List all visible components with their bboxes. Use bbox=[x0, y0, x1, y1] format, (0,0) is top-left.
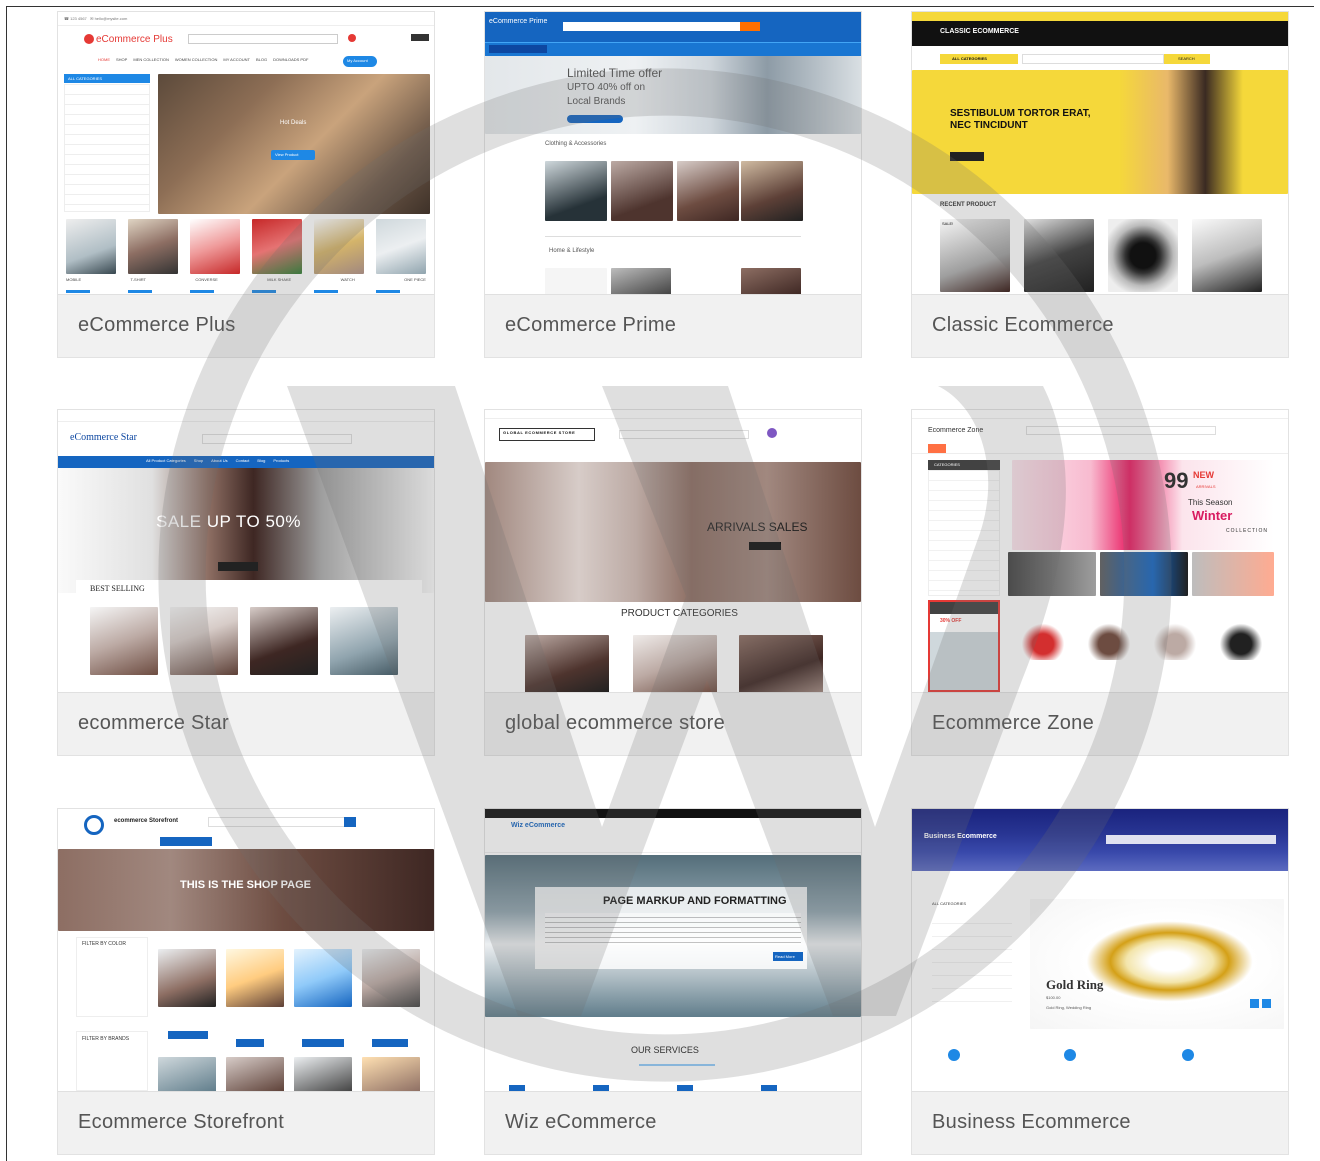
theme-title[interactable]: global ecommerce store bbox=[505, 712, 725, 735]
brand: GLOBAL ECOMMERCE STORE bbox=[503, 430, 576, 435]
hero-text: PAGE MARKUP AND FORMATTING bbox=[603, 895, 787, 907]
hero-text: SALE UP TO 50% bbox=[156, 512, 301, 531]
hero-line: UPTO 40% off on bbox=[567, 82, 646, 93]
hero-text: Hot Deals bbox=[280, 120, 307, 126]
sidebar-title: CATEGORIES bbox=[934, 462, 960, 467]
brand: CLASSIC ECOMMERCE bbox=[940, 28, 1019, 35]
theme-card-global-ecommerce-store[interactable]: GLOBAL ECOMMERCE STORE ARRIVALS SALES PR… bbox=[484, 409, 862, 756]
hero-image bbox=[1012, 460, 1274, 550]
product-name: T-SHIRT bbox=[130, 277, 146, 282]
product-subtitle: Gold Ring, Wedding Ring bbox=[1046, 1005, 1092, 1010]
nav-item[interactable]: All Product Categories bbox=[146, 458, 186, 466]
nav-item[interactable]: MEN COLLECTION bbox=[133, 57, 169, 67]
theme-screenshot[interactable]: ☎ 123 4567 ✉ hello@mysite.com eCommerce … bbox=[58, 12, 434, 295]
hero-season: This Season bbox=[1188, 498, 1233, 507]
nav-item[interactable]: HOME bbox=[98, 57, 110, 67]
hero-text: THIS IS THE SHOP PAGE bbox=[180, 879, 312, 891]
read-more-button[interactable]: Read More bbox=[775, 954, 795, 959]
section-title: OUR SERVICES bbox=[631, 1045, 699, 1055]
section-title: Home & Lifestyle bbox=[549, 248, 595, 254]
nav-item[interactable]: Shop bbox=[194, 458, 203, 466]
hero-line: Limited Time offer bbox=[567, 66, 663, 80]
hero-arrivals: ARRIVALS bbox=[1196, 484, 1216, 489]
nav-item[interactable]: Blog bbox=[257, 458, 265, 466]
theme-card-ecommerce-storefront[interactable]: ecommerce Storefront THIS IS THE SHOP PA… bbox=[57, 808, 435, 1155]
search-button[interactable]: SEARCH bbox=[1178, 56, 1195, 61]
theme-card-ecommerce-plus[interactable]: ☎ 123 4567 ✉ hello@mysite.com eCommerce … bbox=[57, 11, 435, 358]
product-name: MOBILE bbox=[66, 277, 82, 282]
filter-title: FILTER BY BRANDS bbox=[82, 1036, 130, 1042]
product-name: MILK SHAKE bbox=[267, 277, 292, 282]
theme-card-business-ecommerce[interactable]: Business Ecommerce ALL CATEGORIES Gold R… bbox=[911, 808, 1289, 1155]
sale-badge: SALE! bbox=[942, 221, 954, 226]
theme-title[interactable]: Wiz eCommerce bbox=[505, 1111, 657, 1134]
theme-card-classic-ecommerce[interactable]: CLASSIC ECOMMERCE ALL CATEGORIES SEARCH … bbox=[911, 11, 1289, 358]
theme-card-ecommerce-star[interactable]: eCommerce Star All Product Categories Sh… bbox=[57, 409, 435, 756]
theme-screenshot[interactable]: GLOBAL ECOMMERCE STORE ARRIVALS SALES PR… bbox=[485, 410, 861, 693]
hero-new: NEW bbox=[1193, 470, 1214, 480]
theme-screenshot[interactable]: CLASSIC ECOMMERCE ALL CATEGORIES SEARCH … bbox=[912, 12, 1288, 295]
product-price: $100.00 bbox=[1046, 995, 1061, 1000]
nav-item[interactable]: About Us bbox=[211, 458, 227, 466]
hero-image bbox=[912, 70, 1288, 194]
brand: Business Ecommerce bbox=[924, 833, 997, 840]
theme-screenshot[interactable]: eCommerce Star All Product Categories Sh… bbox=[58, 410, 434, 693]
brand: eCommerce Star bbox=[70, 432, 137, 443]
theme-screenshot[interactable]: ecommerce Storefront THIS IS THE SHOP PA… bbox=[58, 809, 434, 1092]
theme-title[interactable]: eCommerce Prime bbox=[505, 314, 676, 337]
hero-image bbox=[485, 56, 861, 134]
main-nav: HOME SHOP MEN COLLECTION WOMEN COLLECTIO… bbox=[98, 57, 378, 67]
brand: eCommerce Plus bbox=[96, 34, 173, 45]
hero-collection: COLLECTION bbox=[1226, 528, 1268, 534]
theme-screenshot[interactable]: Ecommerce Zone CATEGORIES 99 NEW ARRIVAL… bbox=[912, 410, 1288, 693]
section-title: BEST SELLING bbox=[90, 584, 145, 593]
sidebar-title: ALL CATEGORIES bbox=[932, 901, 967, 906]
hero-winter: Winter bbox=[1192, 508, 1233, 523]
product-name: ONE PIECE bbox=[404, 277, 426, 282]
hero-image bbox=[158, 74, 430, 214]
theme-title[interactable]: Business Ecommerce bbox=[932, 1111, 1131, 1134]
sidebar-title: ALL CATEGORIES bbox=[68, 76, 103, 81]
cta-button[interactable]: View Product bbox=[275, 152, 299, 157]
brand: eCommerce Prime bbox=[489, 18, 548, 25]
brand: Ecommerce Zone bbox=[928, 427, 984, 434]
nav-item[interactable]: Products bbox=[273, 458, 289, 466]
theme-screenshot[interactable]: Wiz eCommerce PAGE MARKUP AND FORMATTING… bbox=[485, 809, 861, 1092]
section-title: RECENT PRODUCT bbox=[940, 202, 997, 208]
hero-line: NEC TINCIDUNT bbox=[950, 120, 1028, 131]
section-title: PRODUCT CATEGORIES bbox=[621, 608, 738, 619]
theme-card-wiz-ecommerce[interactable]: Wiz eCommerce PAGE MARKUP AND FORMATTING… bbox=[484, 808, 862, 1155]
hero-line: SESTIBULUM TORTOR ERAT, bbox=[950, 108, 1091, 119]
theme-title[interactable]: ecommerce Star bbox=[78, 712, 229, 735]
brand: Wiz eCommerce bbox=[511, 822, 566, 829]
theme-screenshot[interactable]: eCommerce Prime Limited Time offer UPTO … bbox=[485, 12, 861, 295]
brand: ecommerce Storefront bbox=[114, 818, 179, 824]
product-name: WATCH bbox=[340, 277, 355, 282]
nav-item[interactable]: Contact bbox=[236, 458, 250, 466]
theme-screenshot[interactable]: Business Ecommerce ALL CATEGORIES Gold R… bbox=[912, 809, 1288, 1092]
theme-title[interactable]: Ecommerce Storefront bbox=[78, 1111, 284, 1134]
theme-title[interactable]: Ecommerce Zone bbox=[932, 712, 1094, 735]
promo-text: 30% OFF bbox=[940, 618, 962, 624]
section-title: Clothing & Accessories bbox=[545, 141, 607, 147]
theme-card-ecommerce-prime[interactable]: eCommerce Prime Limited Time offer UPTO … bbox=[484, 11, 862, 358]
theme-title[interactable]: eCommerce Plus bbox=[78, 314, 236, 337]
category-list bbox=[64, 84, 150, 212]
hero-line: Local Brands bbox=[567, 96, 626, 107]
theme-title[interactable]: Classic Ecommerce bbox=[932, 314, 1114, 337]
theme-card-ecommerce-zone[interactable]: Ecommerce Zone CATEGORIES 99 NEW ARRIVAL… bbox=[911, 409, 1289, 756]
filter-title: FILTER BY COLOR bbox=[82, 941, 126, 947]
product-name: CONVERSE bbox=[195, 277, 218, 282]
nav-item[interactable]: WOMEN COLLECTION bbox=[175, 57, 217, 67]
nav-item[interactable]: MY ACCOUNT bbox=[223, 57, 250, 67]
nav-item[interactable]: BLOG bbox=[256, 57, 267, 67]
product-name: Gold Ring bbox=[1046, 977, 1104, 992]
nav-item[interactable]: SHOP bbox=[116, 57, 127, 67]
nav-item[interactable]: DOWNLOADS PDF bbox=[273, 57, 308, 67]
hero-number: 99 bbox=[1164, 468, 1189, 493]
hero-text: ARRIVALS SALES bbox=[707, 520, 808, 534]
category-dropdown[interactable]: ALL CATEGORIES bbox=[952, 56, 987, 61]
account-button[interactable]: My Account bbox=[347, 58, 368, 63]
